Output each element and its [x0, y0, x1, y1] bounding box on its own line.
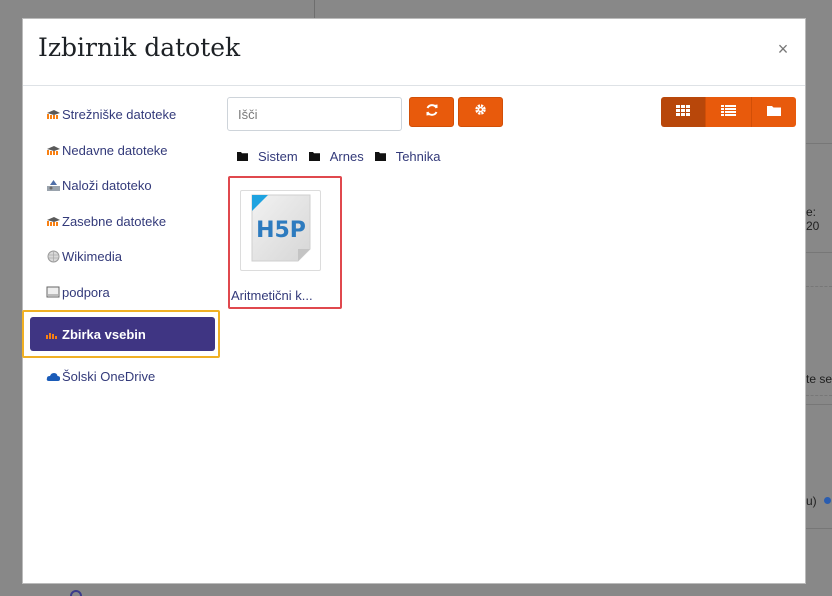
drive-icon	[45, 285, 61, 299]
gear-icon	[474, 103, 487, 121]
refresh-icon	[425, 103, 439, 122]
search-input[interactable]	[227, 97, 402, 131]
folder-icon	[374, 149, 386, 164]
dialog-title: Izbirnik datotek	[38, 33, 241, 62]
folder-view-icon	[766, 103, 781, 121]
onedrive-icon	[45, 370, 61, 384]
moodle-icon	[45, 143, 61, 157]
folder-icon	[237, 149, 248, 164]
background-line	[806, 528, 832, 529]
breadcrumb-item[interactable]: Arnes	[308, 149, 364, 164]
folder-view-button[interactable]	[750, 97, 796, 127]
sidebar-item-label: Naloži datoteko	[62, 178, 152, 194]
grid-view-icon	[676, 103, 691, 121]
background-line	[806, 143, 832, 144]
sidebar-item-podpora[interactable]: podpora	[23, 275, 223, 311]
breadcrumb: Sistem Arnes Tehnika	[237, 149, 452, 164]
breadcrumb-item[interactable]: Tehnika	[374, 149, 441, 164]
sidebar-item-recent-files[interactable]: Nedavne datoteke	[23, 133, 223, 169]
background-line	[806, 395, 832, 396]
sidebar-item-label: Strežniške datoteke	[62, 107, 177, 123]
background-line	[806, 286, 832, 287]
moodle-icon	[45, 108, 61, 122]
breadcrumb-label: Arnes	[329, 149, 364, 164]
folder-icon	[308, 149, 320, 164]
sidebar-item-label: podpora	[62, 284, 110, 300]
file-picker-dialog: Izbirnik datotek × Strežniške datoteke N…	[22, 18, 806, 584]
globe-icon	[824, 497, 831, 504]
sidebar-item-label: Zbirka vsebin	[62, 326, 146, 342]
h5p-icon: H5P	[248, 193, 314, 268]
sidebar-item-label: Wikimedia	[62, 249, 122, 265]
grid-view-button[interactable]	[661, 97, 706, 127]
background-text: te se	[806, 372, 832, 386]
sidebar-item-label: Zasebne datoteke	[62, 213, 167, 229]
view-switcher	[661, 97, 796, 127]
sidebar-item-active[interactable]: Zbirka vsebin	[30, 317, 215, 351]
sidebar-item-private-files[interactable]: Zasebne datoteke	[23, 204, 223, 240]
sidebar-item-server-files[interactable]: Strežniške datoteke	[23, 97, 223, 133]
content-bank-icon	[45, 327, 61, 341]
breadcrumb-label: Tehnika	[395, 149, 441, 164]
breadcrumb-label: Sistem	[258, 149, 298, 164]
sidebar-item-wikimedia[interactable]: Wikimedia	[23, 239, 223, 275]
background-line	[806, 404, 832, 405]
background-line	[806, 252, 832, 253]
background-divider	[314, 0, 315, 18]
dialog-header: Izbirnik datotek ×	[23, 19, 805, 86]
file-thumbnail[interactable]: H5P	[240, 190, 321, 271]
sidebar-item-label: Nedavne datoteke	[62, 142, 168, 158]
background-text: e: 20	[806, 205, 820, 233]
breadcrumb-item[interactable]: Sistem	[237, 149, 298, 164]
upload-icon	[45, 179, 61, 193]
repository-sidebar: Strežniške datoteke Nedavne datoteke Nal…	[22, 97, 223, 395]
settings-button[interactable]	[458, 97, 503, 127]
moodle-icon	[45, 214, 61, 228]
close-button[interactable]: ×	[773, 39, 793, 59]
sidebar-item-content-bank[interactable]: Zbirka vsebin	[22, 310, 223, 359]
wikimedia-icon	[45, 250, 61, 264]
file-name[interactable]: Aritmetični k...	[231, 288, 341, 303]
background-text: u)	[806, 494, 817, 508]
sidebar-item-label: Šolski OneDrive	[62, 369, 156, 385]
svg-text:H5P: H5P	[256, 218, 306, 243]
sidebar-item-onedrive[interactable]: Šolski OneDrive	[23, 359, 223, 395]
refresh-button[interactable]	[409, 97, 454, 127]
sidebar-item-upload-file[interactable]: Naloži datoteko	[23, 168, 223, 204]
list-view-icon	[720, 103, 736, 121]
avatar-icon	[70, 590, 82, 596]
list-view-button[interactable]	[705, 97, 751, 127]
